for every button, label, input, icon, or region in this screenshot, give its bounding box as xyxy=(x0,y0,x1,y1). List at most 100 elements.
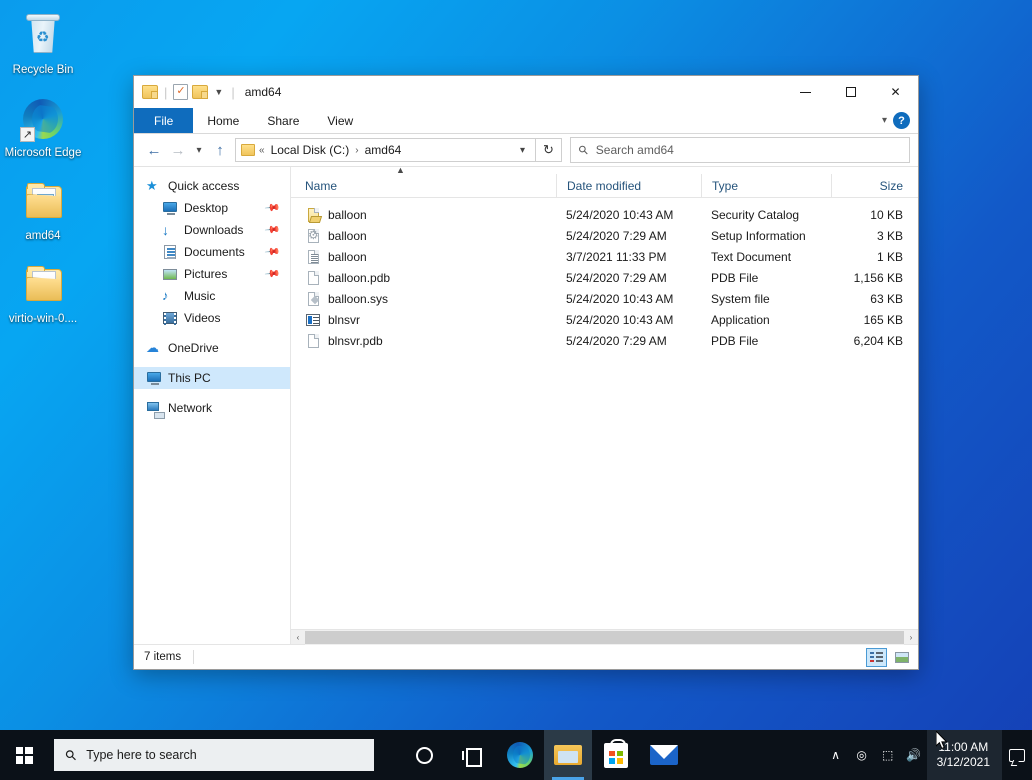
tab-share[interactable]: Share xyxy=(253,108,313,133)
taskbar-edge-button[interactable] xyxy=(496,730,544,780)
table-row[interactable]: balloon.sys 5/24/2020 10:43 AM System fi… xyxy=(291,288,918,309)
start-button[interactable] xyxy=(0,730,48,780)
desktop-icon-microsoft-edge[interactable]: ↗ Microsoft Edge xyxy=(0,89,86,164)
column-header-size[interactable]: Size xyxy=(831,173,913,198)
new-folder-icon[interactable] xyxy=(192,85,209,99)
item-count-label: 7 items xyxy=(144,651,182,663)
breadcrumb-separator: › xyxy=(355,144,359,156)
table-row[interactable]: balloon.pdb 5/24/2020 7:29 AM PDB File 1… xyxy=(291,267,918,288)
recycle-bin-icon: ♻ xyxy=(19,12,67,60)
scroll-left-icon[interactable]: ‹ xyxy=(291,629,305,645)
file-name: blnsvr xyxy=(328,312,361,327)
file-size: 63 KB xyxy=(870,291,903,306)
close-button[interactable]: ✕ xyxy=(873,76,918,108)
desktop-icon-amd64[interactable]: amd64 xyxy=(0,172,86,247)
sidebar-item-music[interactable]: ♪ Music xyxy=(134,285,290,307)
file-name-cell: balloon xyxy=(291,228,556,244)
chevron-down-icon[interactable]: ▼ xyxy=(212,87,225,97)
desktop-icon xyxy=(162,200,178,216)
forward-button[interactable]: → xyxy=(166,138,190,162)
clock[interactable]: 11:00 AM 3/12/2021 xyxy=(926,730,1002,780)
sidebar-item-pictures[interactable]: Pictures 📌 xyxy=(134,263,290,285)
breadcrumb-item-amd64[interactable]: amd64 xyxy=(363,143,404,157)
sidebar-item-network[interactable]: Network xyxy=(134,397,290,419)
title-bar[interactable]: | ▼ | amd64 ✕ xyxy=(134,76,918,108)
microsoft-edge-icon xyxy=(507,742,533,768)
generic-file-icon xyxy=(305,270,321,286)
file-name-cell: balloon xyxy=(291,207,556,223)
column-header-name[interactable]: Name xyxy=(291,174,556,198)
help-button[interactable]: ? xyxy=(893,112,910,129)
file-size: 3 KB xyxy=(876,228,903,243)
taskbar-file-explorer-button[interactable] xyxy=(544,730,592,780)
minimize-button[interactable] xyxy=(783,76,828,108)
file-date: 5/24/2020 10:43 AM xyxy=(566,291,674,306)
chevron-down-icon[interactable]: ▾ xyxy=(514,145,531,156)
taskbar-search-input[interactable]: ⚲ Type here to search xyxy=(54,739,374,771)
table-row[interactable]: balloon 5/24/2020 7:29 AM Setup Informat… xyxy=(291,225,918,246)
scroll-right-icon[interactable]: › xyxy=(904,629,918,645)
taskbar-search-placeholder: Type here to search xyxy=(86,748,197,762)
tab-file[interactable]: File xyxy=(134,108,194,133)
sidebar-item-documents[interactable]: Documents 📌 xyxy=(134,241,290,263)
tab-home[interactable]: Home xyxy=(193,108,253,133)
pictures-icon xyxy=(162,266,178,282)
task-view-button[interactable] xyxy=(448,730,496,780)
search-input[interactable]: ⚲ Search amd64 xyxy=(570,137,910,163)
desktop-icon-label: amd64 xyxy=(25,230,61,242)
taskbar-store-button[interactable] xyxy=(592,730,640,780)
sidebar-item-videos[interactable]: Videos xyxy=(134,307,290,329)
refresh-button[interactable]: ↻ xyxy=(536,138,562,162)
file-type: Setup Information xyxy=(711,228,806,243)
up-button[interactable]: ↑ xyxy=(208,138,232,162)
scrollbar-thumb[interactable] xyxy=(305,630,904,644)
sidebar-item-desktop[interactable]: Desktop 📌 xyxy=(134,197,290,219)
maximize-button[interactable] xyxy=(828,76,873,108)
back-button[interactable]: ← xyxy=(142,138,166,162)
scrollbar-track[interactable] xyxy=(305,629,904,645)
volume-icon[interactable]: 🔊 xyxy=(901,730,927,780)
table-row[interactable]: balloon 5/24/2020 10:43 AM Security Cata… xyxy=(291,204,918,225)
pin-icon[interactable]: 📌 xyxy=(263,266,280,282)
taskbar-mail-button[interactable] xyxy=(640,730,688,780)
show-hidden-icons-chevron-icon[interactable]: ∧ xyxy=(823,730,849,780)
cortana-button[interactable] xyxy=(400,730,448,780)
chevron-down-icon[interactable]: ▾ xyxy=(882,115,887,126)
file-type: Application xyxy=(711,312,770,327)
table-row[interactable]: blnsvr.pdb 5/24/2020 7:29 AM PDB File 6,… xyxy=(291,330,918,351)
large-icons-view-button[interactable] xyxy=(891,648,912,667)
table-row[interactable]: blnsvr 5/24/2020 10:43 AM Application 16… xyxy=(291,309,918,330)
details-view-button[interactable] xyxy=(866,647,887,667)
recent-locations-button[interactable]: ▾ xyxy=(190,138,208,162)
navigation-pane: ★ Quick access Desktop 📌 ↓ Downloads 📌 D… xyxy=(134,167,291,644)
clock-time: 11:00 AM xyxy=(938,740,989,754)
column-header-type[interactable]: Type xyxy=(701,173,831,198)
breadcrumb-item-local-disk[interactable]: Local Disk (C:) xyxy=(269,143,352,157)
tab-view[interactable]: View xyxy=(313,108,367,133)
desktop-icon-recycle-bin[interactable]: ♻ Recycle Bin xyxy=(0,6,86,81)
file-name: balloon.sys xyxy=(328,291,389,306)
properties-icon[interactable] xyxy=(173,84,189,100)
pin-icon[interactable]: 📌 xyxy=(263,244,280,260)
folder-icon[interactable] xyxy=(142,85,158,99)
sidebar-item-quick-access[interactable]: ★ Quick access xyxy=(134,175,290,197)
table-row[interactable]: balloon 3/7/2021 11:33 PM Text Document … xyxy=(291,246,918,267)
action-center-button[interactable] xyxy=(1002,730,1032,780)
sidebar-item-this-pc[interactable]: This PC xyxy=(134,367,290,389)
horizontal-scrollbar[interactable]: ‹ › xyxy=(291,629,918,645)
file-name: balloon xyxy=(328,249,367,264)
column-header-date-modified[interactable]: Date modified xyxy=(556,173,701,198)
camera-icon[interactable]: ◎ xyxy=(849,730,875,780)
sidebar-item-onedrive[interactable]: ☁ OneDrive xyxy=(134,337,290,359)
file-list-pane: ▲ Name Date modified Type Size balloon 5… xyxy=(291,166,918,645)
file-name-cell: balloon.pdb xyxy=(291,270,556,286)
window-body: ★ Quick access Desktop 📌 ↓ Downloads 📌 D… xyxy=(134,166,918,645)
network-icon[interactable]: ⬚ xyxy=(875,730,901,780)
pin-icon[interactable]: 📌 xyxy=(263,222,280,238)
pin-icon[interactable]: 📌 xyxy=(263,200,280,216)
breadcrumb-overflow[interactable]: « xyxy=(255,145,269,156)
file-date: 5/24/2020 7:29 AM xyxy=(566,333,667,348)
breadcrumb[interactable]: « Local Disk (C:) › amd64 ▾ xyxy=(235,138,536,162)
sidebar-item-downloads[interactable]: ↓ Downloads 📌 xyxy=(134,219,290,241)
desktop-icon-virtio-win[interactable]: virtio-win-0.... xyxy=(0,255,86,330)
